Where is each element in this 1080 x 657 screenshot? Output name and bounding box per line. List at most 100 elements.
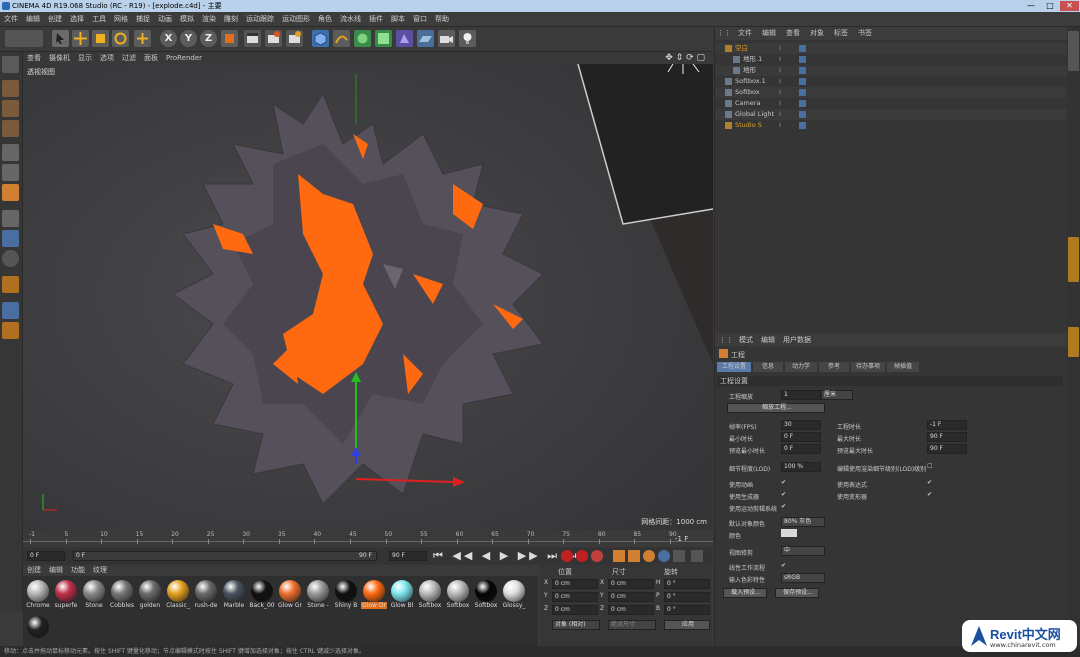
object-tag-icon[interactable] xyxy=(799,67,806,74)
visibility-dots-icon[interactable]: ⁞ xyxy=(779,43,781,54)
side-tab-objects[interactable] xyxy=(1068,31,1079,71)
vp-menu-options[interactable]: 选项 xyxy=(96,54,118,62)
obj-menu-objects[interactable]: 对象 xyxy=(805,29,829,37)
cube-primitive-icon[interactable] xyxy=(312,30,329,47)
material-thumbnail[interactable]: Cobbles xyxy=(109,578,135,609)
object-tag-icon[interactable] xyxy=(799,89,806,96)
use-animation-checkbox[interactable]: ✔ xyxy=(781,479,786,486)
object-row[interactable]: Studio S ⁞ xyxy=(715,120,1067,131)
preview-min-field[interactable]: 0 F xyxy=(781,444,821,454)
object-row[interactable]: Softbox.1 ⁞ xyxy=(715,76,1067,87)
mat-menu-function[interactable]: 功能 xyxy=(67,566,89,574)
object-name[interactable]: Softbox.1 xyxy=(735,76,766,87)
object-row[interactable]: Camera ⁞ xyxy=(715,98,1067,109)
timeline-options-icon[interactable] xyxy=(691,550,703,562)
render-lod-checkbox[interactable]: ☐ xyxy=(927,463,932,470)
y-axis-lock-button[interactable]: Y xyxy=(180,30,197,47)
rotation-field[interactable]: 0 ° xyxy=(664,592,710,602)
obj-menu-tags[interactable]: 标签 xyxy=(829,29,853,37)
workplane-icon[interactable] xyxy=(2,276,19,293)
position-field[interactable]: 0 cm xyxy=(552,579,598,589)
visibility-dots-icon[interactable]: ⁞ xyxy=(779,65,781,76)
load-preset-button[interactable]: 载入预设... xyxy=(723,588,767,598)
material-thumbnail[interactable]: superfe xyxy=(53,578,79,609)
save-preset-button[interactable]: 保存预设... xyxy=(775,588,819,598)
position-key-icon[interactable] xyxy=(613,550,625,562)
object-row[interactable]: 空白 ⁞ xyxy=(715,43,1067,54)
make-editable-icon[interactable] xyxy=(2,56,19,73)
light-icon[interactable] xyxy=(459,30,476,47)
edges-mode-icon[interactable] xyxy=(2,164,19,181)
menu-edit[interactable]: 编辑 xyxy=(22,12,44,26)
material-thumbnail[interactable]: Glow Gr xyxy=(277,578,303,609)
use-expressions-checkbox[interactable]: ✔ xyxy=(927,479,932,486)
color-swatch[interactable] xyxy=(781,529,797,537)
default-color-dropdown[interactable]: 80% 灰色 xyxy=(781,517,825,527)
rotation-field[interactable]: 0 ° xyxy=(664,605,710,615)
input-color-dropdown[interactable]: sRGB xyxy=(781,573,825,583)
obj-menu-file[interactable]: 文件 xyxy=(733,29,757,37)
max-time-field[interactable]: 90 F xyxy=(927,432,967,442)
menu-render[interactable]: 渲染 xyxy=(198,12,220,26)
attr-subtab[interactable]: 待办事项 xyxy=(851,362,885,372)
obj-menu-edit[interactable]: 编辑 xyxy=(757,29,781,37)
coordinate-mode-dropdown[interactable]: 对象 (相对) xyxy=(552,620,600,630)
maximize-button[interactable]: □ xyxy=(1041,1,1059,11)
lod-field[interactable]: 100 % xyxy=(781,462,821,472)
linear-workflow-checkbox[interactable]: ✔ xyxy=(781,562,786,569)
menu-character[interactable]: 角色 xyxy=(314,12,336,26)
array-icon[interactable] xyxy=(375,30,392,47)
pla-key-icon[interactable] xyxy=(673,550,685,562)
vp-menu-prorender[interactable]: ProRender xyxy=(162,54,206,62)
render-view-icon[interactable] xyxy=(244,30,261,47)
menu-file[interactable]: 文件 xyxy=(0,12,22,26)
material-thumbnail[interactable]: golden xyxy=(137,578,163,609)
menu-snap[interactable]: 捕捉 xyxy=(132,12,154,26)
camera-icon[interactable] xyxy=(438,30,455,47)
apply-button[interactable]: 应用 xyxy=(664,620,710,630)
points-mode-icon[interactable] xyxy=(2,144,19,161)
mat-menu-edit[interactable]: 编辑 xyxy=(45,566,67,574)
keyframe-selection-icon[interactable] xyxy=(591,550,603,562)
material-thumbnail[interactable]: Classic_ xyxy=(165,578,191,609)
record-keyframe-icon[interactable] xyxy=(561,550,573,562)
x-axis-lock-button[interactable]: X xyxy=(160,30,177,47)
menu-simulate[interactable]: 模拟 xyxy=(176,12,198,26)
material-thumbnail[interactable]: Chrome xyxy=(25,578,51,609)
position-field[interactable]: 0 cm xyxy=(552,592,598,602)
material-thumbnail[interactable]: Glow Or xyxy=(361,578,387,609)
undo-redo-icon[interactable] xyxy=(5,30,43,47)
timeline-ruler[interactable]: -1 5 10 15 20 25 30 35 40 45 50 55 60 65 70 75 80 85 90 -1… xyxy=(23,531,713,547)
mat-menu-create[interactable]: 创建 xyxy=(23,566,45,574)
start-frame-field[interactable]: 0 F xyxy=(27,551,65,561)
mat-menu-texture[interactable]: 纹理 xyxy=(89,566,111,574)
planar-workplane-icon[interactable] xyxy=(2,322,19,339)
size-field[interactable]: 0 cm xyxy=(608,579,654,589)
material-thumbnail[interactable]: Stone xyxy=(81,578,107,609)
size-mode-dropdown[interactable]: 绝对尺寸 xyxy=(608,620,656,630)
lock-workplane-icon[interactable] xyxy=(2,302,19,319)
attr-menu-edit[interactable]: 编辑 xyxy=(757,336,779,344)
view-clip-dropdown[interactable]: 中 xyxy=(781,546,825,556)
object-name[interactable]: 地形 xyxy=(743,65,756,76)
vp-menu-cameras[interactable]: 摄像机 xyxy=(45,54,74,62)
visibility-dots-icon[interactable]: ⁞ xyxy=(779,76,781,87)
menu-select[interactable]: 选择 xyxy=(66,12,88,26)
menu-pipeline[interactable]: 流水线 xyxy=(336,12,365,26)
vp-menu-display[interactable]: 显示 xyxy=(74,54,96,62)
attr-subtab[interactable]: 信息 xyxy=(753,362,783,372)
recent-tool-icon[interactable] xyxy=(134,30,151,47)
axis-mode-icon[interactable] xyxy=(2,210,19,227)
object-tag-icon[interactable] xyxy=(799,45,806,52)
attr-menu-mode[interactable]: 模式 xyxy=(735,336,757,344)
tweak-mode-icon[interactable] xyxy=(2,230,19,247)
object-name[interactable]: 空白 xyxy=(735,43,748,54)
parameter-key-icon[interactable] xyxy=(658,550,670,562)
object-tag-icon[interactable] xyxy=(799,56,806,63)
visibility-dots-icon[interactable]: ⁞ xyxy=(779,54,781,65)
menu-sculpt[interactable]: 雕刻 xyxy=(220,12,242,26)
object-tag-icon[interactable] xyxy=(799,111,806,118)
scale-unit-dropdown[interactable]: 厘米 xyxy=(821,390,853,400)
generator-icon[interactable] xyxy=(354,30,371,47)
render-picture-viewer-icon[interactable] xyxy=(265,30,282,47)
